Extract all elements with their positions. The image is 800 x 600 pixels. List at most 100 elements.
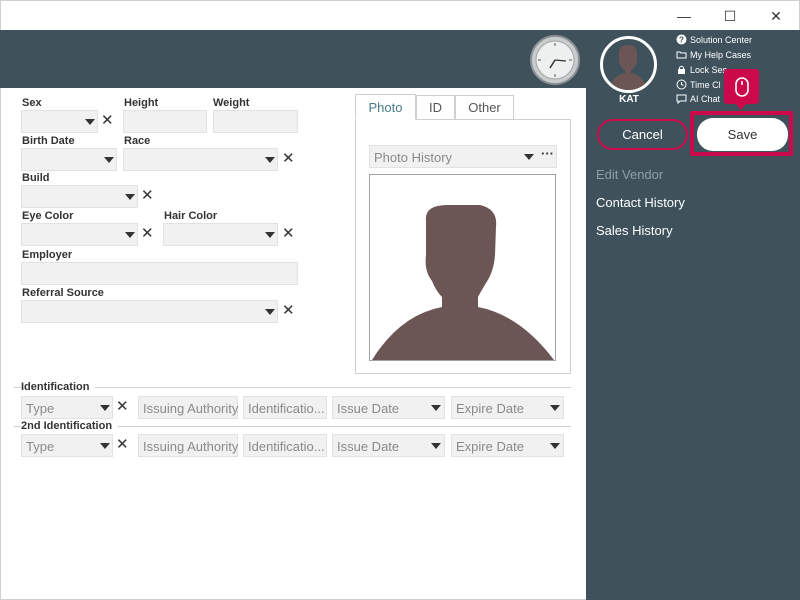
id-issue-date-select[interactable]: Issue Date: [332, 396, 445, 419]
solution-center-label: Solution Center: [690, 34, 753, 45]
id-number-placeholder: Identificatio...: [248, 401, 325, 416]
ai-chat-link[interactable]: AI Chat: [676, 93, 720, 104]
chevron-down-icon: [265, 157, 275, 163]
sex-select[interactable]: [21, 110, 98, 133]
sex-clear-icon[interactable]: ✕: [101, 113, 114, 128]
avatar[interactable]: [600, 36, 657, 93]
hair-color-label: Hair Color: [164, 210, 218, 222]
chevron-down-icon: [100, 443, 110, 449]
id2-issuing-authority-input[interactable]: Issuing Authority: [138, 434, 238, 457]
build-clear-icon[interactable]: ✕: [141, 188, 154, 203]
cancel-button[interactable]: Cancel: [597, 119, 688, 150]
save-button[interactable]: Save: [697, 118, 788, 151]
hair-color-select[interactable]: [163, 223, 278, 246]
my-help-cases-label: My Help Cases: [690, 49, 752, 60]
clock-icon: [530, 35, 580, 85]
weight-input[interactable]: [213, 110, 298, 133]
time-clock-link[interactable]: Time Cl: [676, 79, 721, 90]
id2-type-clear-icon[interactable]: ✕: [116, 437, 129, 452]
tab-id-label: ID: [429, 100, 442, 115]
id-issuing-authority-placeholder: Issuing Authority: [143, 401, 239, 416]
tab-photo[interactable]: Photo: [355, 94, 416, 120]
help-icon: ?: [676, 34, 687, 45]
height-input[interactable]: [123, 110, 207, 133]
lock-icon: [676, 64, 687, 75]
ai-chat-label: AI Chat: [690, 93, 721, 104]
time-clock-label: Time Cl: [690, 79, 721, 90]
chat-icon: [676, 93, 687, 104]
build-select[interactable]: [21, 185, 138, 208]
save-label: Save: [727, 127, 758, 142]
identification2-title: 2nd Identification: [21, 420, 119, 432]
lock-session-link[interactable]: Lock Ses: [676, 64, 727, 75]
chevron-down-icon: [550, 443, 560, 449]
chevron-down-icon: [431, 405, 441, 411]
close-icon: ✕: [770, 7, 782, 24]
chevron-down-icon: [104, 157, 114, 163]
eye-color-label: Eye Color: [22, 210, 74, 222]
svg-text:?: ?: [679, 36, 684, 45]
close-window-button[interactable]: ✕: [753, 1, 799, 31]
chevron-down-icon: [125, 232, 135, 238]
user-silhouette-icon: [609, 45, 647, 90]
birth-date-label: Birth Date: [22, 135, 75, 147]
tab-other[interactable]: Other: [455, 95, 514, 120]
chevron-down-icon: [265, 309, 275, 315]
photo-frame: [369, 174, 556, 361]
photo-history-select[interactable]: Photo History ···: [369, 145, 557, 168]
tab-other-label: Other: [468, 100, 501, 115]
side-menu-edit-vendor[interactable]: Edit Vendor: [596, 167, 663, 182]
side-menu-contact-history[interactable]: Contact History: [596, 195, 685, 210]
chevron-down-icon: [125, 194, 135, 200]
employer-input[interactable]: [21, 262, 298, 285]
chevron-down-icon: [431, 443, 441, 449]
race-clear-icon[interactable]: ✕: [282, 151, 295, 166]
folder-icon: [676, 49, 687, 60]
id-number-input[interactable]: Identificatio...: [243, 396, 327, 419]
id2-type-select[interactable]: Type: [21, 434, 113, 457]
id2-issue-date-placeholder: Issue Date: [337, 439, 400, 454]
employer-label: Employer: [22, 249, 73, 261]
referral-source-label: Referral Source: [22, 287, 104, 299]
my-help-cases-link[interactable]: My Help Cases: [676, 49, 751, 60]
side-menu-sales-history[interactable]: Sales History: [596, 223, 673, 238]
id-issuing-authority-input[interactable]: Issuing Authority: [138, 396, 238, 419]
weight-label: Weight: [213, 97, 250, 109]
height-label: Height: [124, 97, 159, 109]
mouse-click-indicator-icon: [724, 69, 759, 104]
person-silhouette-icon: [372, 205, 554, 360]
race-select[interactable]: [123, 148, 278, 171]
id2-issuing-authority-placeholder: Issuing Authority: [143, 439, 239, 454]
window-titlebar: — ☐ ✕: [0, 0, 800, 30]
id-type-select[interactable]: Type: [21, 396, 113, 419]
id-expire-date-select[interactable]: Expire Date: [451, 396, 564, 419]
id2-number-placeholder: Identificatio...: [248, 439, 325, 454]
chevron-down-icon: [100, 405, 110, 411]
right-panel: [586, 88, 800, 600]
id2-expire-date-placeholder: Expire Date: [456, 439, 524, 454]
id2-number-input[interactable]: Identificatio...: [243, 434, 327, 457]
chevron-down-icon: [524, 154, 534, 160]
referral-source-select[interactable]: [21, 300, 278, 323]
id-type-clear-icon[interactable]: ✕: [116, 399, 129, 414]
more-options-icon[interactable]: ···: [541, 146, 554, 161]
id-issue-date-placeholder: Issue Date: [337, 401, 400, 416]
hair-color-clear-icon[interactable]: ✕: [282, 226, 295, 241]
chevron-down-icon: [550, 405, 560, 411]
minimize-button[interactable]: —: [661, 1, 707, 31]
birth-date-select[interactable]: [21, 148, 117, 171]
maximize-button[interactable]: ☐: [707, 1, 753, 31]
identification-title: Identification: [21, 381, 96, 393]
referral-source-clear-icon[interactable]: ✕: [282, 303, 295, 318]
race-label: Race: [124, 135, 151, 147]
eye-color-select[interactable]: [21, 223, 138, 246]
id2-type-placeholder: Type: [26, 439, 55, 454]
eye-color-clear-icon[interactable]: ✕: [141, 226, 154, 241]
tab-id[interactable]: ID: [416, 95, 455, 120]
id2-expire-date-select[interactable]: Expire Date: [451, 434, 564, 457]
minimize-icon: —: [677, 8, 691, 24]
photo-history-placeholder: Photo History: [374, 150, 453, 165]
id2-issue-date-select[interactable]: Issue Date: [332, 434, 445, 457]
clock-small-icon: [676, 79, 687, 90]
solution-center-link[interactable]: ? Solution Center: [676, 34, 752, 45]
